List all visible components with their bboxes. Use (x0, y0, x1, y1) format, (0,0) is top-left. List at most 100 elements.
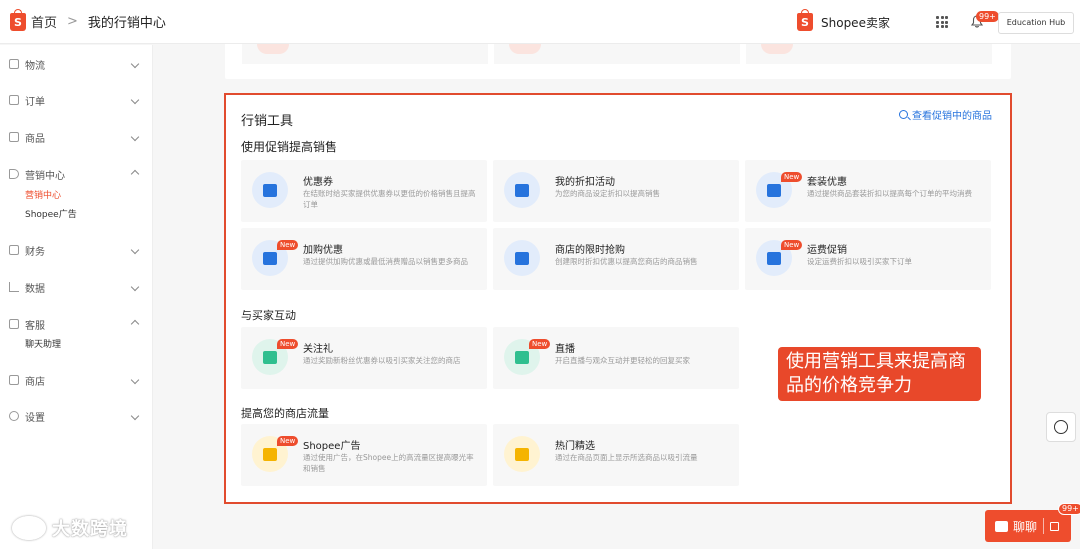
tool-tile-title: 热门精选 (555, 441, 595, 452)
tool-tile-description: 开启直播与观众互动并更轻松的回复买家 (555, 356, 690, 365)
sidebar-subitem-shopee-ads[interactable]: Shopee广告 (25, 207, 77, 220)
new-badge: New (277, 240, 299, 250)
brand-text: Shopee卖家 (821, 15, 890, 30)
tool-tile[interactable]: New 关注礼 通过奖励新粉丝优惠券以吸引买家关注您的商店 (241, 327, 487, 389)
chevron-up-icon (130, 319, 140, 329)
tool-tile-title: Shopee广告 (303, 441, 361, 452)
tool-tile-description: 创建限时折扣优惠以提高您商店的商品销售 (555, 257, 698, 266)
tool-tile-description: 为您的商品设定折扣以提高销售 (555, 189, 660, 198)
sidebar-item-label: 物流 (25, 60, 45, 72)
tool-tile[interactable]: New 加购优惠 通过提供加购优惠或最低消费赠品以销售更多商品 (241, 228, 487, 290)
top-bar: S 首页 > 我的行销中心 (0, 0, 1080, 44)
sidebar-item-orders[interactable]: 订单 (0, 91, 153, 109)
sidebar-item-logistics[interactable]: 物流 (0, 55, 153, 73)
new-badge: New (277, 436, 299, 446)
tool-tile-description: 通过奖励新粉丝优惠券以吸引买家关注您的商店 (303, 356, 461, 365)
stub-tile (494, 44, 740, 64)
chevron-up-icon (130, 169, 140, 179)
sidebar-item-label: 商店 (25, 376, 45, 388)
chevron-down-icon (130, 132, 140, 142)
sidebar-item-label: 设置 (25, 412, 45, 424)
tool-tile[interactable]: 热门精选 通过在商品页面上显示所选商品以吸引流量 (493, 424, 739, 486)
tool-tile[interactable]: New Shopee广告 通过使用广告，在Shopee上的高流量区提高曝光率和销售 (241, 424, 487, 486)
section-title-engagement: 与买家互动 (241, 309, 296, 322)
section-title-promotions: 使用促销提高销售 (241, 140, 338, 154)
view-link-label: 查看促销中的商品 (912, 111, 992, 122)
chat-window-icon (1050, 521, 1060, 531)
truck-icon (9, 59, 19, 69)
new-badge: New (781, 240, 803, 250)
new-badge: New (781, 172, 803, 182)
chat-button[interactable]: 聊聊 (985, 510, 1071, 542)
top-picks-icon (504, 436, 540, 472)
divider (1043, 518, 1045, 534)
sidebar-item-settings[interactable]: 设置 (0, 407, 153, 425)
apps-grid-icon[interactable] (936, 16, 948, 28)
sidebar-subitem-chat-assistant[interactable]: 聊天助理 (25, 337, 61, 350)
tool-tile[interactable]: 商店的限时抢购 创建限时折扣优惠以提高您商店的商品销售 (493, 228, 739, 290)
sidebar: 物流 订单 商品 营销中心 营销中心 Shopee广告 财务 数据 客服 聊天助… (0, 45, 153, 549)
tool-tile[interactable]: New 运费促销 设定运费折扣以吸引买家下订单 (745, 228, 991, 290)
tool-tile-title: 加购优惠 (303, 245, 343, 256)
tool-tile-description: 通过在商品页面上显示所选商品以吸引流量 (555, 453, 698, 462)
tool-tile[interactable]: 优惠券 在结账时给买家提供优惠券以更低的价格销售且提高订单 (241, 160, 487, 222)
sidebar-item-data[interactable]: 数据 (0, 278, 153, 296)
chevron-down-icon (130, 282, 140, 292)
sidebar-item-label: 订单 (25, 96, 45, 108)
breadcrumb-separator: > (67, 14, 78, 29)
chevron-down-icon (130, 411, 140, 421)
watermark-text: 大数跨境 (52, 519, 128, 540)
search-icon (899, 110, 908, 119)
tool-tile-description: 通过提供加购优惠或最低消费赠品以销售更多商品 (303, 257, 468, 266)
tool-tile-title: 优惠券 (303, 177, 333, 188)
chart-icon (9, 282, 19, 292)
new-badge: New (529, 339, 551, 349)
chat-badge: 99+ (1058, 503, 1080, 515)
tool-tile[interactable]: New 套装优惠 通过提供商品套装折扣以提高每个订单的平均消费 (745, 160, 991, 222)
support-headset-button[interactable] (1046, 412, 1076, 442)
sidebar-item-finance[interactable]: 财务 (0, 241, 153, 259)
headset-icon (1054, 420, 1068, 434)
section-title-traffic: 提高您的商店流量 (241, 407, 329, 420)
breadcrumb-home[interactable]: 首页 (31, 12, 57, 31)
chevron-down-icon (130, 245, 140, 255)
chevron-down-icon (130, 375, 140, 385)
stub-tile (242, 44, 488, 64)
sidebar-item-label: 营销中心 (25, 170, 65, 182)
new-badge: New (277, 339, 299, 349)
view-promoted-products-link[interactable]: 查看促销中的商品 (899, 107, 992, 122)
box-icon (9, 132, 19, 142)
education-hub-button[interactable]: Education Hub (998, 12, 1074, 34)
overlay-caption: 使用营销工具来提高商品的价格竞争力 (778, 347, 981, 401)
sidebar-item-shop[interactable]: 商店 (0, 371, 153, 389)
clipboard-icon (9, 95, 19, 105)
sidebar-subitem-marketing-centre[interactable]: 营销中心 (25, 188, 61, 201)
discount-tag-icon (504, 172, 540, 208)
chat-bubble-icon (995, 520, 1008, 532)
sidebar-item-marketing[interactable]: 营销中心 (0, 165, 153, 183)
tool-tile-title: 直播 (555, 344, 575, 355)
card-title: 行销工具 (241, 114, 294, 129)
sidebar-item-label: 数据 (25, 283, 45, 295)
chevron-down-icon (130, 95, 140, 105)
tool-tile-description: 在结账时给买家提供优惠券以更低的价格销售且提高订单 (303, 189, 476, 209)
gear-icon (9, 411, 19, 421)
sidebar-item-label: 财务 (25, 246, 45, 258)
tool-tile[interactable]: New 直播 开启直播与观众互动并更轻松的回复买家 (493, 327, 739, 389)
flash-sale-icon (504, 240, 540, 276)
tool-tile-description: 通过提供商品套装折扣以提高每个订单的平均消费 (807, 189, 972, 198)
chat-label: 聊聊 (1013, 519, 1038, 534)
tag-icon (9, 169, 19, 179)
tool-tile-title: 关注礼 (303, 344, 333, 355)
shopee-logo-icon[interactable]: S (10, 8, 26, 31)
chevron-down-icon (130, 59, 140, 69)
previous-card-stub (225, 44, 1011, 79)
sidebar-item-customer-service[interactable]: 客服 (0, 315, 153, 333)
seller-brand[interactable]: S Shopee卖家 (797, 9, 890, 31)
sidebar-item-products[interactable]: 商品 (0, 128, 153, 146)
tool-tile[interactable]: 我的折扣活动 为您的商品设定折扣以提高销售 (493, 160, 739, 222)
watermark: 大数跨境 (12, 515, 128, 541)
stub-tile (746, 44, 992, 64)
tool-tile-title: 商店的限时抢购 (555, 245, 625, 256)
watermark-logo-icon (12, 516, 46, 540)
